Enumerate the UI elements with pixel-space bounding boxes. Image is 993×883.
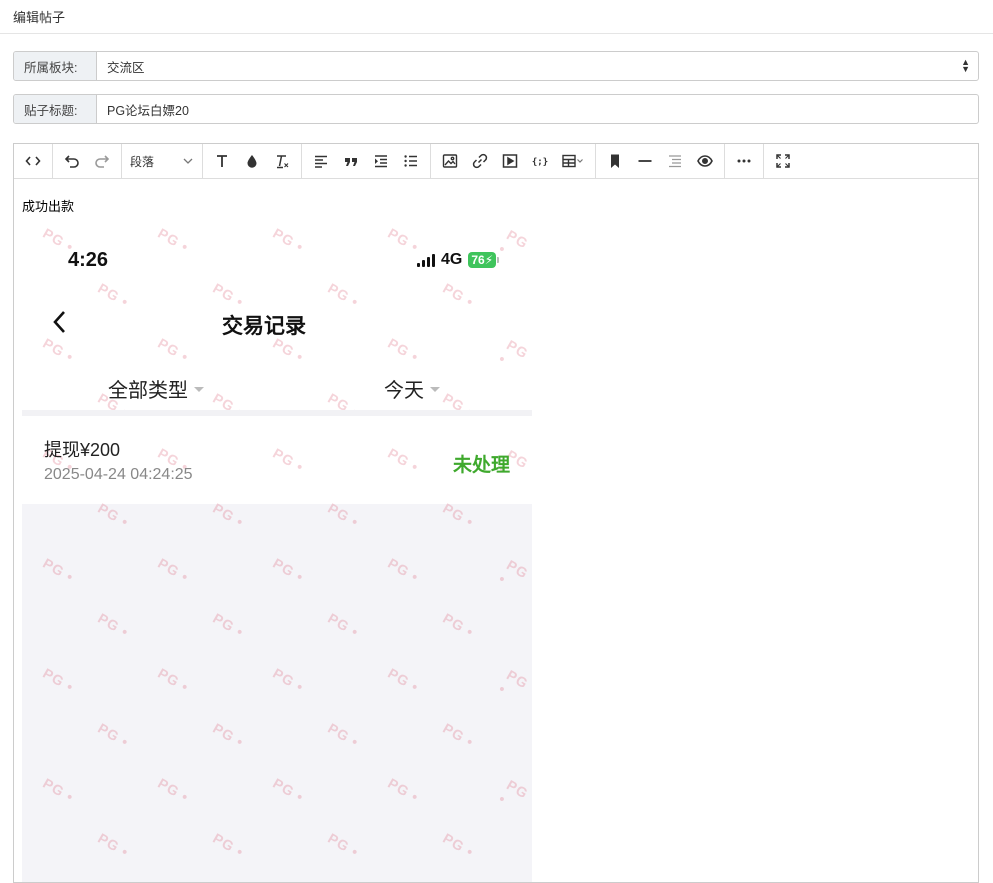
transaction-title: 提现¥200	[44, 440, 121, 460]
video-icon[interactable]	[495, 146, 525, 176]
caret-down-icon	[430, 387, 440, 392]
filter-date: 今天	[384, 374, 440, 403]
clear-format-icon[interactable]	[267, 146, 297, 176]
filter-type-label: 全部类型	[108, 380, 188, 402]
toolbar-group-misc	[596, 143, 725, 179]
bookmark-icon[interactable]	[600, 146, 630, 176]
link-icon[interactable]	[465, 146, 495, 176]
horizontal-rule-icon[interactable]	[630, 146, 660, 176]
battery-level: 76	[471, 253, 485, 267]
fullscreen-icon[interactable]	[768, 146, 798, 176]
bullet-list-icon[interactable]	[396, 146, 426, 176]
chevron-down-icon	[183, 158, 193, 164]
more-icon[interactable]	[729, 146, 759, 176]
embedded-screenshot[interactable]: PG • PG • PG • PG • PG • PG • PG • PG • PG • PG •…	[22, 222, 532, 882]
preview-icon[interactable]	[690, 146, 720, 176]
toolbar-group-format	[203, 143, 302, 179]
watermark-mark: PG •	[270, 224, 307, 256]
indent-icon[interactable]	[366, 146, 396, 176]
battery-icon: 76⚡	[468, 252, 499, 268]
svg-text:{;}: {;}	[532, 158, 548, 168]
redo-icon[interactable]	[87, 146, 117, 176]
watermark-mark: PG •	[210, 279, 247, 311]
section-divider	[22, 410, 532, 416]
signal-icon	[417, 253, 435, 267]
filter-type: 全部类型	[108, 374, 204, 403]
watermark-mark: PG •	[95, 279, 132, 311]
transaction-status: 未处理	[452, 455, 510, 476]
title-input[interactable]: PG论坛白嫖20	[97, 95, 978, 123]
nav-title-text: 交易记录	[222, 315, 306, 338]
title-label: 贴子标题:	[14, 95, 97, 123]
status-indicators: 4G 76⚡	[417, 251, 499, 269]
select-updown-icon: ▲ ▼	[961, 57, 970, 74]
board-row: 所属板块: 交流区 ▲ ▼	[13, 51, 979, 81]
page-title: 编辑帖子	[13, 10, 66, 25]
toolbar-group-fullscreen	[764, 144, 802, 179]
toolbar-group-code	[14, 143, 53, 179]
status-time: 4:26	[68, 249, 109, 271]
transaction-time: 2025-04-24 04:24:25	[44, 466, 193, 483]
toolbar-group-block	[302, 143, 431, 179]
watermark-mark: PG •	[385, 444, 422, 476]
toolbar-group-paragraph: 段落	[122, 143, 203, 179]
table-icon[interactable]	[555, 146, 591, 176]
watermark-mark: PG •	[496, 336, 532, 368]
toc-icon[interactable]	[660, 146, 690, 176]
color-icon[interactable]	[237, 146, 267, 176]
rich-text-editor: 段落 {;} 成功出款 PG • PG • PG • PG • PG • PG …	[13, 143, 979, 883]
quote-icon[interactable]	[336, 146, 366, 176]
filter-date-label: 今天	[384, 380, 424, 402]
code-block-icon[interactable]: {;}	[525, 146, 555, 176]
toolbar-group-more	[725, 143, 764, 179]
watermark-mark: PG •	[496, 226, 532, 258]
watermark-mark: PG •	[155, 224, 192, 256]
editor-text[interactable]: 成功出款	[22, 196, 74, 215]
editor-toolbar: 段落 {;}	[14, 143, 978, 179]
paragraph-select[interactable]: 段落	[126, 146, 198, 176]
code-view-icon[interactable]	[18, 146, 48, 176]
image-icon[interactable]	[435, 146, 465, 176]
watermark-mark: PG •	[270, 444, 307, 476]
paragraph-select-label: 段落	[130, 154, 155, 169]
undo-icon[interactable]	[57, 146, 87, 176]
watermark-mark: PG •	[440, 279, 477, 311]
caret-down-icon	[194, 387, 204, 392]
title-row: 贴子标题: PG论坛白嫖20	[13, 94, 979, 124]
nav-title: 交易记录	[22, 310, 532, 340]
watermark-mark: PG •	[325, 279, 362, 311]
toolbar-group-history	[53, 143, 122, 179]
page-header: 编辑帖子	[0, 0, 993, 34]
board-label: 所属板块:	[14, 52, 97, 80]
board-select[interactable]: 交流区 ▲ ▼	[97, 52, 978, 80]
toolbar-group-insert: {;}	[431, 143, 596, 179]
board-select-value: 交流区	[107, 60, 145, 75]
text-style-icon[interactable]	[207, 146, 237, 176]
network-label: 4G	[441, 251, 463, 268]
align-left-icon[interactable]	[306, 146, 336, 176]
